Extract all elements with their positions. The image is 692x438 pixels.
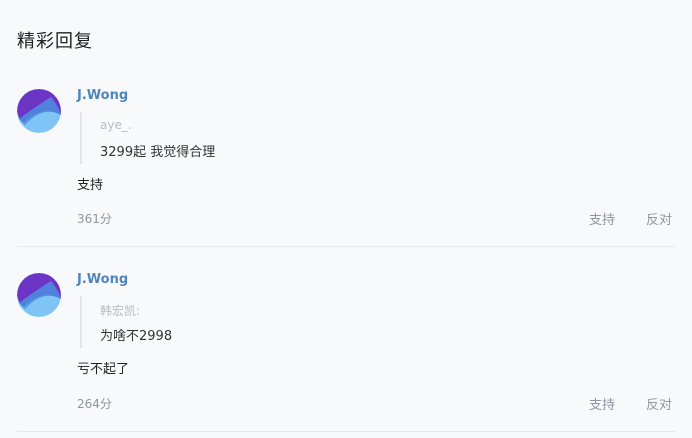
support-button[interactable]: 支持 [589, 394, 615, 413]
oppose-button[interactable]: 反对 [646, 209, 672, 228]
quote-author: 韩宏凯: [100, 304, 141, 318]
avatar-icon [17, 273, 61, 317]
divider [17, 246, 675, 247]
support-button[interactable]: 支持 [589, 209, 615, 228]
avatar[interactable] [17, 89, 61, 133]
reply-username[interactable]: J.Wong [77, 88, 128, 103]
quote-author: aye_. [100, 118, 132, 132]
quoted-reply: 韩宏凯: 为啥不2998 [80, 296, 382, 348]
reply-score: 361分 [77, 212, 112, 226]
quote-text: 3299起 我觉得合理 [100, 145, 216, 160]
reply-username[interactable]: J.Wong [77, 272, 128, 287]
avatar-icon [17, 89, 61, 133]
section-title: 精彩回复 [17, 31, 93, 52]
quote-text: 为啥不2998 [100, 329, 173, 344]
reply-score: 264分 [77, 397, 112, 411]
reply-text: 支持 [77, 178, 104, 193]
divider [17, 431, 675, 432]
quoted-reply: aye_. 3299起 我觉得合理 [80, 112, 382, 164]
reply-text: 亏不起了 [77, 362, 130, 377]
oppose-button[interactable]: 反对 [646, 394, 672, 413]
hot-replies-page: 精彩回复 J.Wong aye_. 3299起 我觉得合理 支持 361分 支持… [0, 0, 692, 438]
avatar[interactable] [17, 273, 61, 317]
